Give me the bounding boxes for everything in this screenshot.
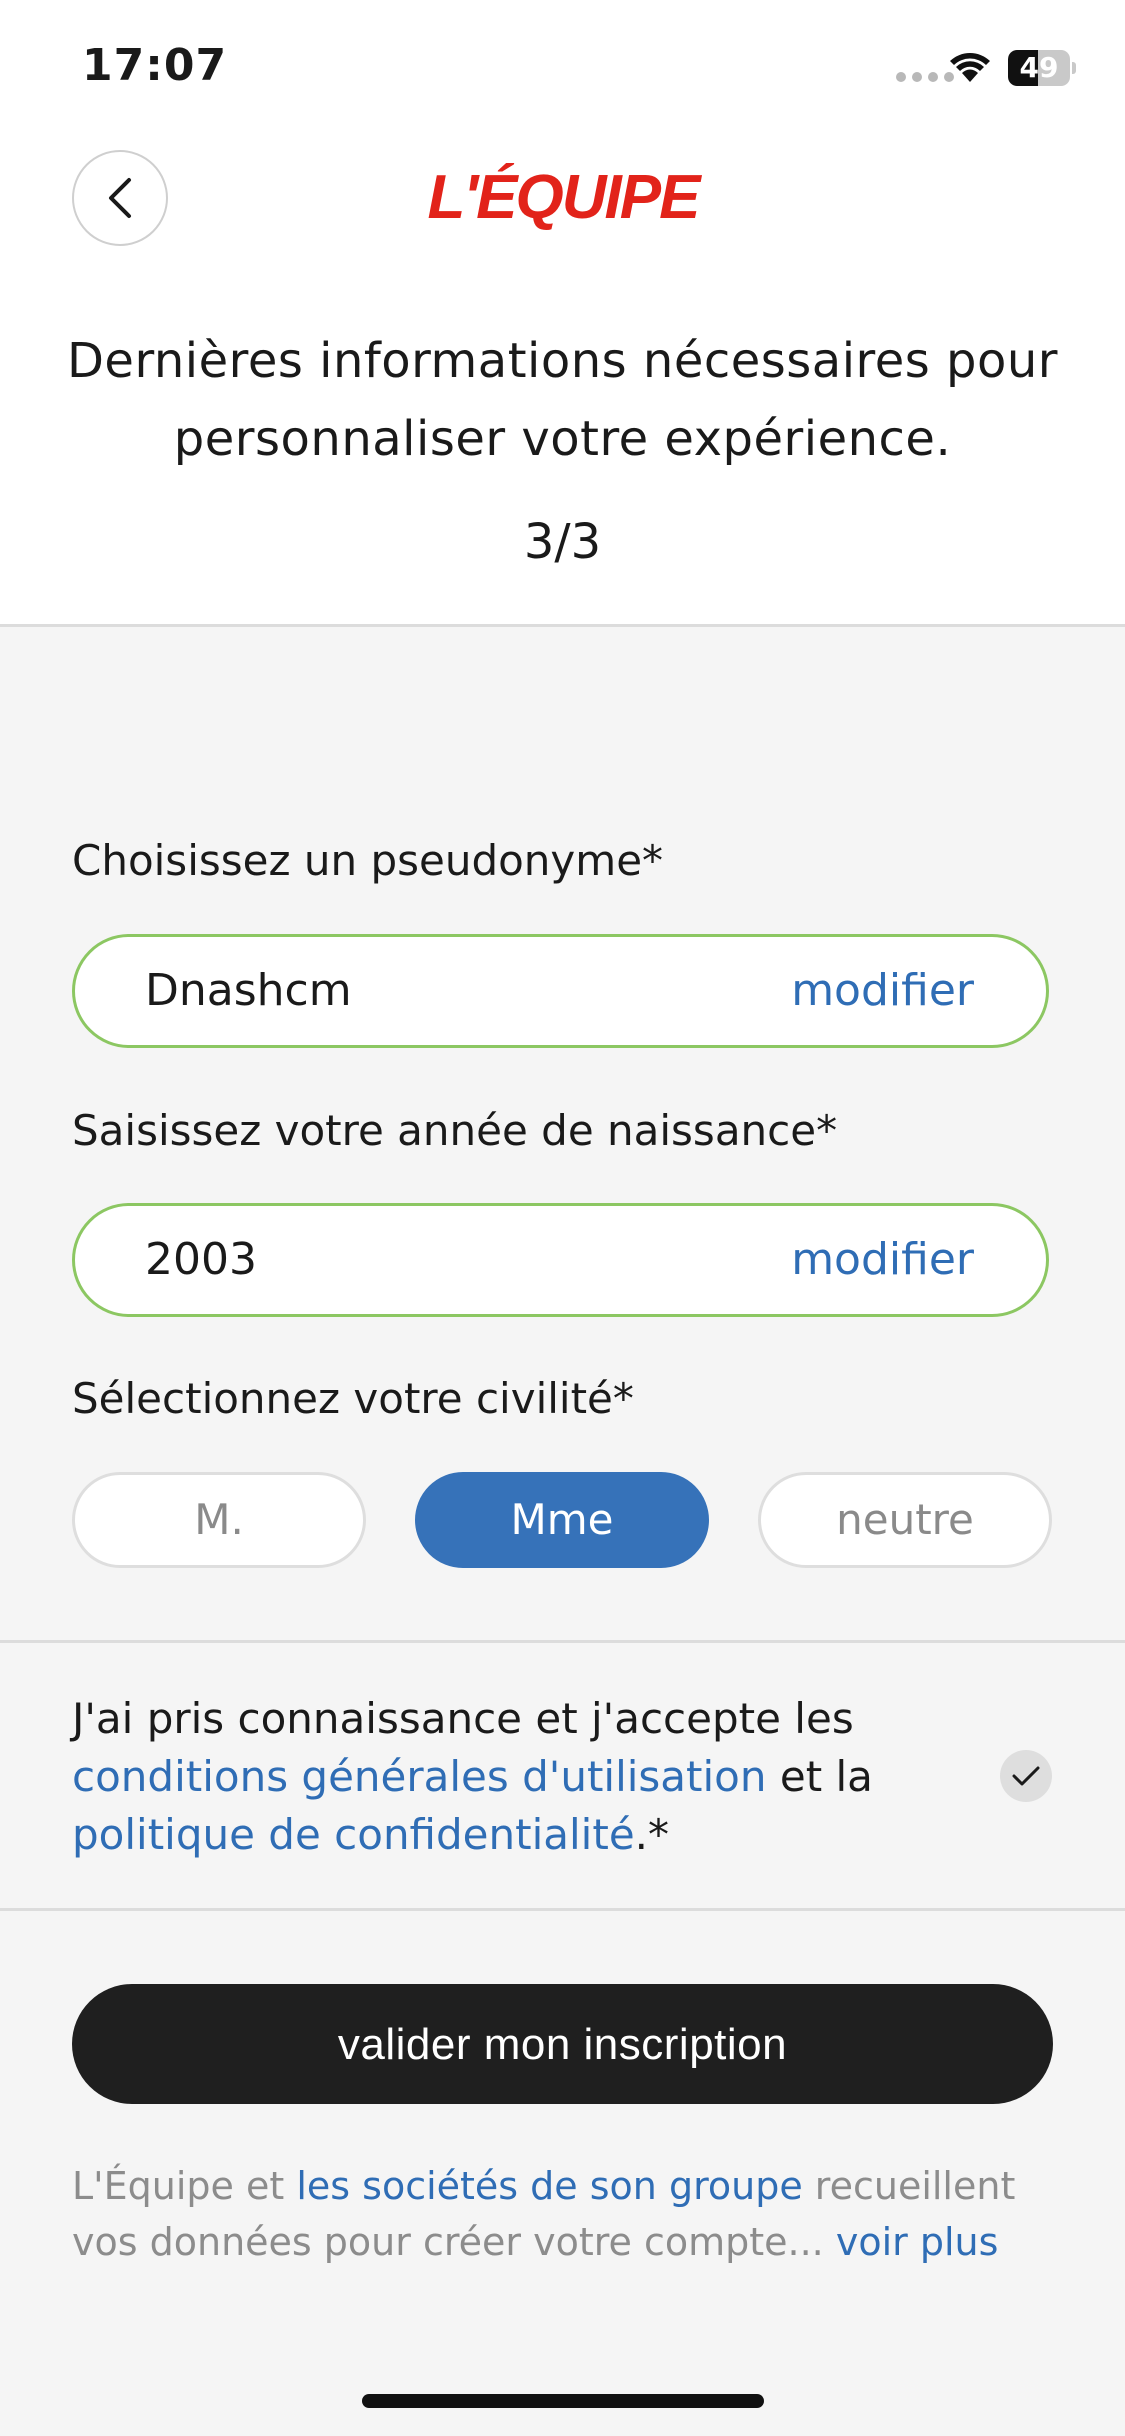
consent-text-2: et la: [766, 1752, 873, 1801]
home-indicator: [362, 2394, 764, 2408]
logo-text: L'ÉQUIPE: [428, 163, 703, 230]
battery-icon: 49: [1008, 50, 1076, 88]
terms-of-use-link[interactable]: conditions générales d'utilisation: [72, 1752, 767, 1801]
birth-year-label: Saisissez votre année de naissance*: [72, 1106, 838, 1155]
divider: [0, 1640, 1125, 1643]
back-button[interactable]: [72, 150, 168, 246]
civility-option-mme[interactable]: Mme: [415, 1472, 709, 1568]
pseudonym-label: Choisissez un pseudonyme*: [72, 836, 664, 885]
page-headline: Dernières informations nécessaires pour …: [66, 333, 1059, 467]
civility-label: Sélectionnez votre civilité*: [72, 1374, 634, 1423]
pseudonym-field[interactable]: Dnashcm modifier: [72, 934, 1049, 1048]
pseudonym-modify-link[interactable]: modifier: [791, 937, 974, 1045]
civility-option-neutre[interactable]: neutre: [758, 1472, 1052, 1568]
wifi-icon: [950, 53, 990, 82]
birth-year-field[interactable]: 2003 modifier: [72, 1203, 1049, 1317]
cellular-signal-icon: [896, 72, 954, 82]
consent-text-3: .*: [634, 1810, 670, 1859]
lequipe-logo: L'ÉQUIPE: [428, 163, 705, 230]
group-companies-link[interactable]: les sociétés de son groupe: [296, 2164, 802, 2208]
submit-registration-button[interactable]: valider mon inscription: [72, 1984, 1053, 2104]
pseudonym-value: Dnashcm: [145, 965, 352, 1016]
birth-year-value: 2003: [145, 1234, 257, 1285]
battery-level: 49: [1019, 51, 1059, 84]
privacy-policy-link[interactable]: politique de confidentialité: [72, 1810, 635, 1859]
step-indicator: 3/3: [523, 514, 602, 570]
terms-consent-text: J'ai pris connaissance et j'accepte les …: [72, 1690, 972, 1864]
chevron-left-icon: [109, 178, 131, 218]
checkmark-icon: [1012, 1766, 1040, 1786]
terms-checkbox[interactable]: [1000, 1750, 1052, 1802]
divider: [0, 1908, 1125, 1911]
status-time: 17:07: [82, 40, 228, 91]
notice-text-1: L'Équipe et: [72, 2164, 297, 2208]
data-notice: L'Équipe et les sociétés de son groupe r…: [72, 2158, 1062, 2270]
consent-text-1: J'ai pris connaissance et j'accepte les: [72, 1694, 854, 1743]
see-more-link[interactable]: voir plus: [836, 2220, 999, 2264]
birth-year-modify-link[interactable]: modifier: [791, 1206, 974, 1314]
civility-option-m[interactable]: M.: [72, 1472, 366, 1568]
header-area: 17:07 49 L'ÉQUIPE Dernières informations…: [0, 0, 1125, 627]
